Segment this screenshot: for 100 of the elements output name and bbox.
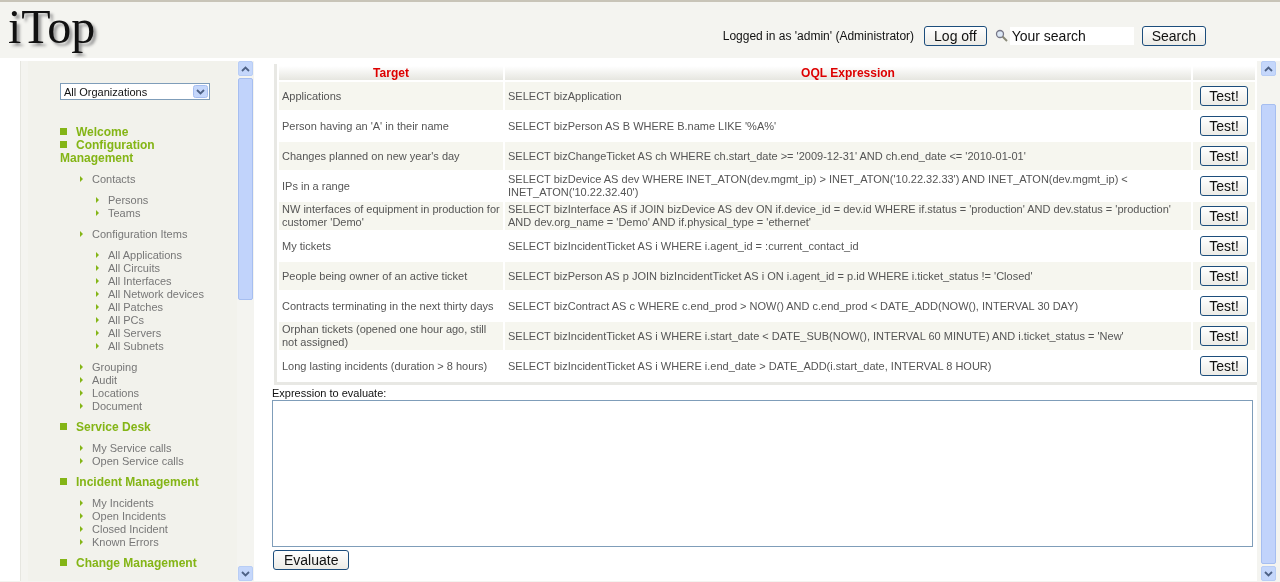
table-cell: People being owner of an active ticket (279, 262, 503, 290)
menu-item[interactable]: Closed Incident (80, 523, 168, 536)
menu-item[interactable]: Contacts (80, 173, 136, 186)
table-cell: SELECT bizChangeTicket AS ch WHERE ch.start_date >= '2009-12-31' AND ch.end_date <= '2010-01-01' (505, 142, 1191, 170)
table-cell-text: SELECT bizPerson AS B WHERE B.name LIKE '%A%' (507, 118, 778, 134)
arrow-icon (96, 252, 99, 258)
menu-item[interactable]: All Interfaces (96, 275, 172, 288)
menu-item[interactable]: All PCs (96, 314, 145, 327)
menu-item[interactable]: All Servers (96, 327, 162, 340)
caret-down-icon (1264, 570, 1273, 577)
arrow-icon (96, 278, 99, 284)
arrow-icon (80, 526, 83, 532)
table-cell-text: SELECT bizDevice AS dev WHERE INET_ATON(dev.mgmt_ip) > INET_ATON('10.22.32.33') AND INET_ATON(dev.mgmt_ip) < INET_ATON('10.22.32.40') (507, 172, 1129, 200)
arrow-icon (96, 343, 99, 349)
arrow-icon (80, 458, 83, 464)
table-cell: Changes planned on new year's day (279, 142, 503, 170)
expression-field[interactable] (272, 400, 1253, 547)
test-button[interactable]: Test! (1200, 356, 1248, 376)
table-cell-text: Long lasting incidents (duration > 8 hours) (281, 358, 489, 374)
table-cell-text: SELECT bizIncidentTicket AS i WHERE i.end_date > DATE_ADD(i.start_date, INTERVAL 8 HOUR) (507, 358, 993, 374)
scroll-down-button[interactable] (238, 566, 253, 581)
menu-item[interactable]: Open Service calls (80, 455, 184, 468)
table-cell: SELECT bizIncidentTicket AS i WHERE i.start_date < DATE_SUB(NOW(), INTERVAL 60 MINUTE) AND i.ticket_status = 'New' (505, 322, 1191, 350)
arrow-icon (96, 210, 99, 216)
table-cell-text: My tickets (281, 238, 332, 254)
itop-logo: iTop (8, 2, 96, 52)
menu-item[interactable]: Grouping (80, 361, 138, 374)
expression-label: Expression to evaluate: (272, 387, 388, 399)
column-header: OQL Expression (505, 66, 1191, 80)
test-button[interactable]: Test! (1200, 146, 1248, 166)
menu-heading[interactable]: Incident Management (60, 476, 210, 489)
arrow-icon (80, 445, 83, 451)
search-button[interactable]: Search (1141, 26, 1206, 46)
menu-item[interactable]: Audit (80, 374, 118, 387)
menu-item[interactable]: Known Errors (80, 536, 159, 549)
menu-item[interactable]: Persons (96, 194, 149, 207)
menu-item[interactable]: All Circuits (96, 262, 160, 275)
menu-heading[interactable]: Service Desk (60, 421, 210, 434)
scroll-up-button[interactable] (1261, 61, 1276, 76)
test-button[interactable]: Test! (1200, 176, 1248, 196)
caret-up-icon (1264, 65, 1273, 72)
bullet-icon (60, 559, 67, 566)
search-field[interactable]: Your search (1009, 27, 1134, 45)
test-button[interactable]: Test! (1200, 86, 1248, 106)
menu-item[interactable]: Open Incidents (80, 510, 166, 523)
arrow-icon (80, 176, 83, 182)
test-button[interactable]: Test! (1200, 296, 1248, 316)
bullet-icon (60, 128, 67, 135)
menu-item[interactable]: All Subnets (96, 340, 164, 353)
arrow-icon (80, 500, 83, 506)
table-cell-text: Contracts terminating in the next thirty days (281, 298, 495, 314)
menu-heading[interactable]: Change Management (60, 557, 210, 570)
test-button[interactable]: Test! (1200, 206, 1248, 226)
menu-heading[interactable]: Configuration Management (60, 139, 210, 165)
arrow-icon (96, 197, 99, 203)
evaluate-button[interactable]: Evaluate (273, 550, 350, 570)
login-status: Logged in as 'admin' (Administrator) (722, 29, 915, 43)
scroll-up-button[interactable] (238, 61, 253, 76)
menu-item[interactable]: All Applications (96, 249, 182, 262)
table-cell-text: SELECT bizIncidentTicket AS i WHERE i.agent_id = :current_contact_id (507, 238, 860, 254)
arrow-icon (96, 265, 99, 271)
arrow-icon (80, 377, 83, 383)
menu-item[interactable]: All Patches (96, 301, 164, 314)
test-button[interactable]: Test! (1200, 236, 1248, 256)
menu-item[interactable]: My Service calls (80, 442, 172, 455)
search-icon (994, 29, 1009, 43)
menu-heading[interactable]: Welcome (60, 126, 210, 139)
arrow-icon (96, 330, 99, 336)
arrow-icon (96, 304, 99, 310)
table-cell: Orphan tickets (opened one hour ago, still not assigned) (279, 322, 503, 350)
arrow-icon (96, 317, 99, 323)
bullet-icon (60, 478, 67, 485)
test-button[interactable]: Test! (1200, 266, 1248, 286)
table-cell-text: IPs in a range (281, 178, 351, 194)
menu-item[interactable]: Teams (96, 207, 141, 220)
table-cell: SELECT bizApplication (505, 82, 1191, 110)
table-cell: NW interfaces of equipment in production for customer 'Demo' (279, 202, 503, 230)
bullet-icon (60, 141, 67, 148)
arrow-icon (80, 231, 83, 237)
test-button[interactable]: Test! (1200, 326, 1248, 346)
log-off-button[interactable]: Log off (924, 26, 987, 46)
scrollbar-thumb[interactable] (238, 78, 253, 300)
organization-select[interactable]: All Organizations (60, 83, 210, 100)
caret-down-icon (241, 570, 250, 577)
menu-item[interactable]: My Incidents (80, 497, 154, 510)
caret-up-icon (241, 65, 250, 72)
arrow-icon (96, 291, 99, 297)
table-cell-text: Person having an 'A' in their name (281, 118, 450, 134)
menu-item[interactable]: Configuration Items (80, 228, 188, 241)
menu-item[interactable]: Locations (80, 387, 140, 400)
bullet-icon (60, 423, 67, 430)
menu-item[interactable]: All Network devices (96, 288, 204, 301)
menu-item[interactable]: Document (80, 400, 143, 413)
arrow-icon (80, 513, 83, 519)
table-cell: Applications (279, 82, 503, 110)
arrow-icon (80, 403, 83, 409)
scrollbar-thumb[interactable] (1261, 104, 1276, 564)
arrow-icon (80, 364, 83, 370)
scroll-down-button[interactable] (1261, 566, 1276, 581)
test-button[interactable]: Test! (1200, 116, 1248, 136)
